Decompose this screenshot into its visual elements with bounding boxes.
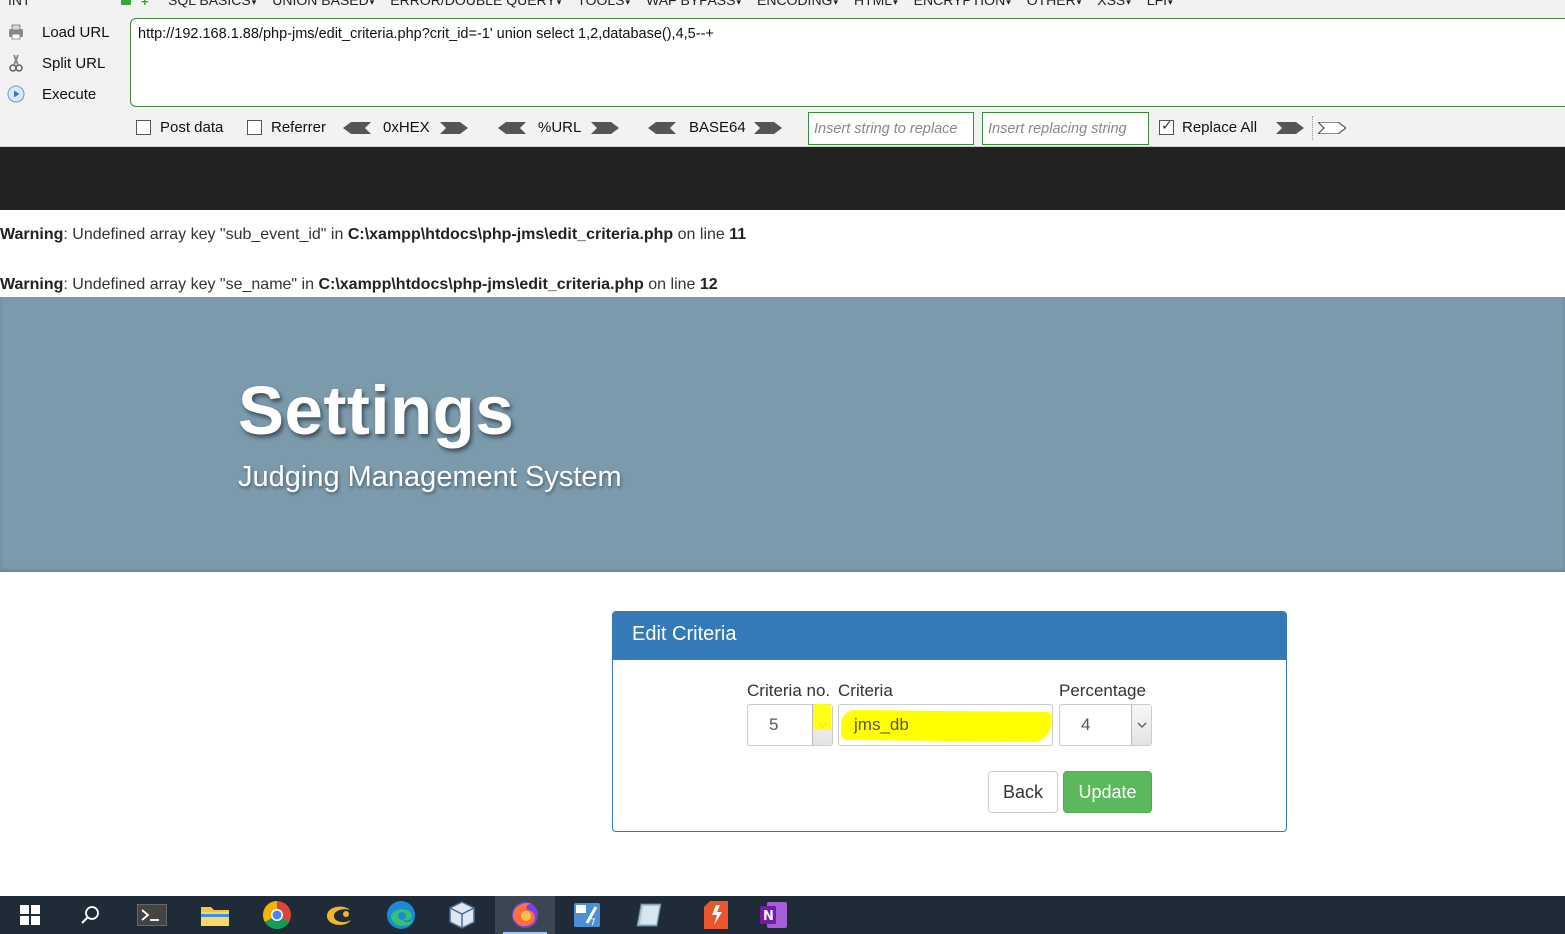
percentage-label: Percentage — [1059, 681, 1146, 700]
back-button[interactable]: Back — [988, 771, 1058, 813]
php-warning: Warning: Undefined array key "se_name" i… — [0, 276, 718, 294]
warning-line-number: 11 — [729, 226, 747, 243]
menu-sql-basics[interactable]: SQL BASICS — [168, 0, 256, 8]
editor-icon[interactable] — [619, 896, 679, 934]
execute-label: Execute — [42, 85, 97, 103]
url-decode-arrow-icon[interactable] — [498, 122, 526, 134]
menu-other[interactable]: OTHER — [1027, 0, 1082, 8]
url-input[interactable] — [130, 18, 1565, 107]
chevron-down-icon[interactable]: ⌄ — [98, 0, 106, 3]
menu-encoding[interactable]: ENCODING — [757, 0, 838, 8]
warning-label: Warning — [0, 276, 64, 293]
base64-encode-arrow-icon[interactable] — [754, 122, 782, 134]
warning-text: : Undefined array key "se_name" in — [63, 276, 319, 293]
replace-arrow-icon[interactable] — [1276, 122, 1304, 134]
replace-all-label: Replace All — [1182, 119, 1258, 136]
app-icon[interactable] — [309, 896, 369, 934]
menu-error-double-query[interactable]: ERROR/DOUBLE QUERY — [390, 0, 561, 8]
windows-start-icon[interactable] — [0, 896, 60, 934]
warning-text: on line — [673, 226, 730, 243]
criteria-no-value: 5 — [769, 715, 779, 734]
warning-text: : Undefined array key "sub_event_id" in — [63, 226, 348, 243]
windows-taskbar: 7 N — [0, 896, 1565, 934]
warning-path: C:\xampp\htdocs\php-jms\edit_criteria.ph… — [347, 226, 674, 243]
hex-encode-arrow-icon[interactable] — [440, 122, 468, 134]
hackbar-menubar: INT ⌄ + SQL BASICS UNION BASED ERROR/DOU… — [0, 0, 1565, 10]
virtualbox-icon[interactable] — [432, 896, 492, 934]
app-icon-2[interactable] — [686, 896, 746, 934]
panel-heading: Edit Criteria — [613, 612, 1286, 660]
php-warning: Warning: Undefined array key "sub_event_… — [0, 226, 746, 244]
play-icon — [6, 84, 26, 104]
edit-criteria-panel: Edit Criteria Criteria no. Criteria Perc… — [612, 611, 1287, 832]
criteria-input[interactable]: jms_db — [838, 704, 1053, 746]
int-dropdown[interactable]: INT — [8, 0, 31, 8]
load-url-button[interactable]: Load URL — [6, 20, 126, 44]
referrer-label: Referrer — [271, 119, 327, 136]
referrer-checkbox[interactable] — [247, 120, 262, 135]
criteria-label: Criteria — [838, 681, 893, 700]
post-data-checkbox[interactable] — [136, 120, 151, 135]
menu-lfi[interactable]: LFI — [1147, 0, 1173, 8]
warning-path: C:\xampp\htdocs\php-jms\edit_criteria.ph… — [318, 276, 644, 293]
warning-label: Warning — [0, 226, 64, 243]
criteria-no-label: Criteria no. — [747, 681, 831, 700]
execute-button[interactable]: Execute — [6, 82, 126, 106]
menu-encryption[interactable]: ENCRYPTION — [914, 0, 1011, 8]
load-url-label: Load URL — [42, 23, 110, 41]
replace-reverse-arrow-icon[interactable] — [1318, 122, 1346, 134]
tool-icon[interactable]: 7 — [557, 896, 617, 934]
split-url-label: Split URL — [42, 54, 106, 72]
hackbar-toolbar: INT ⌄ + SQL BASICS UNION BASED ERROR/DOU… — [0, 0, 1565, 147]
menu-waf-bypass[interactable]: WAF BYPASS — [646, 0, 741, 8]
warning-line-number: 12 — [699, 276, 718, 293]
warning-text: on line — [643, 276, 700, 293]
base64-label: BASE64 — [689, 119, 746, 136]
url-encode-arrow-icon[interactable] — [591, 122, 619, 134]
base64-decode-arrow-icon[interactable] — [648, 122, 676, 134]
split-url-button[interactable]: Split URL — [6, 51, 126, 75]
replace-string-input[interactable] — [808, 112, 974, 145]
toolbar-divider — [1312, 116, 1313, 140]
printer-icon — [6, 22, 26, 42]
file-explorer-icon[interactable] — [185, 896, 245, 934]
site-navbar — [0, 147, 1565, 210]
terminal-icon[interactable] — [122, 896, 182, 934]
minus-icon[interactable] — [121, 0, 131, 5]
hackbar-options-row: Post data Referrer 0xHEX %URL BASE64 Rep… — [0, 112, 1565, 145]
settings-jumbotron: Settings Judging Management System — [0, 297, 1565, 572]
svg-text:N: N — [763, 909, 774, 924]
hackbar-menus: SQL BASICS UNION BASED ERROR/DOUBLE QUER… — [168, 0, 1173, 8]
plus-icon[interactable]: + — [141, 0, 149, 8]
hex-decode-arrow-icon[interactable] — [343, 122, 371, 134]
onenote-icon[interactable]: N — [744, 896, 804, 934]
firefox-icon[interactable] — [495, 896, 555, 934]
update-button[interactable]: Update — [1063, 771, 1152, 813]
menu-html[interactable]: HTML — [854, 0, 898, 8]
page-title: Settings — [238, 372, 515, 449]
chevron-down-icon[interactable] — [1131, 705, 1151, 745]
replace-all-checkbox[interactable] — [1159, 117, 1174, 135]
post-data-label: Post data — [160, 119, 224, 136]
menu-union-based[interactable]: UNION BASED — [272, 0, 374, 8]
percentage-select[interactable]: 4 — [1059, 704, 1152, 746]
hex-label: 0xHEX — [383, 119, 430, 136]
menu-tools[interactable]: TOOLS — [577, 0, 630, 8]
criteria-value: jms_db — [854, 715, 909, 734]
scissors-icon — [6, 53, 26, 73]
url-encode-label: %URL — [538, 119, 582, 136]
search-icon[interactable] — [60, 896, 120, 934]
chrome-icon[interactable] — [247, 896, 307, 934]
menu-xss[interactable]: XSS — [1097, 0, 1131, 8]
edge-icon[interactable] — [371, 896, 431, 934]
highlight-mark — [813, 704, 831, 730]
page-subtitle: Judging Management System — [238, 461, 622, 493]
percentage-value: 4 — [1081, 715, 1091, 734]
replacing-string-input[interactable] — [982, 112, 1149, 145]
svg-text:7: 7 — [590, 918, 596, 928]
